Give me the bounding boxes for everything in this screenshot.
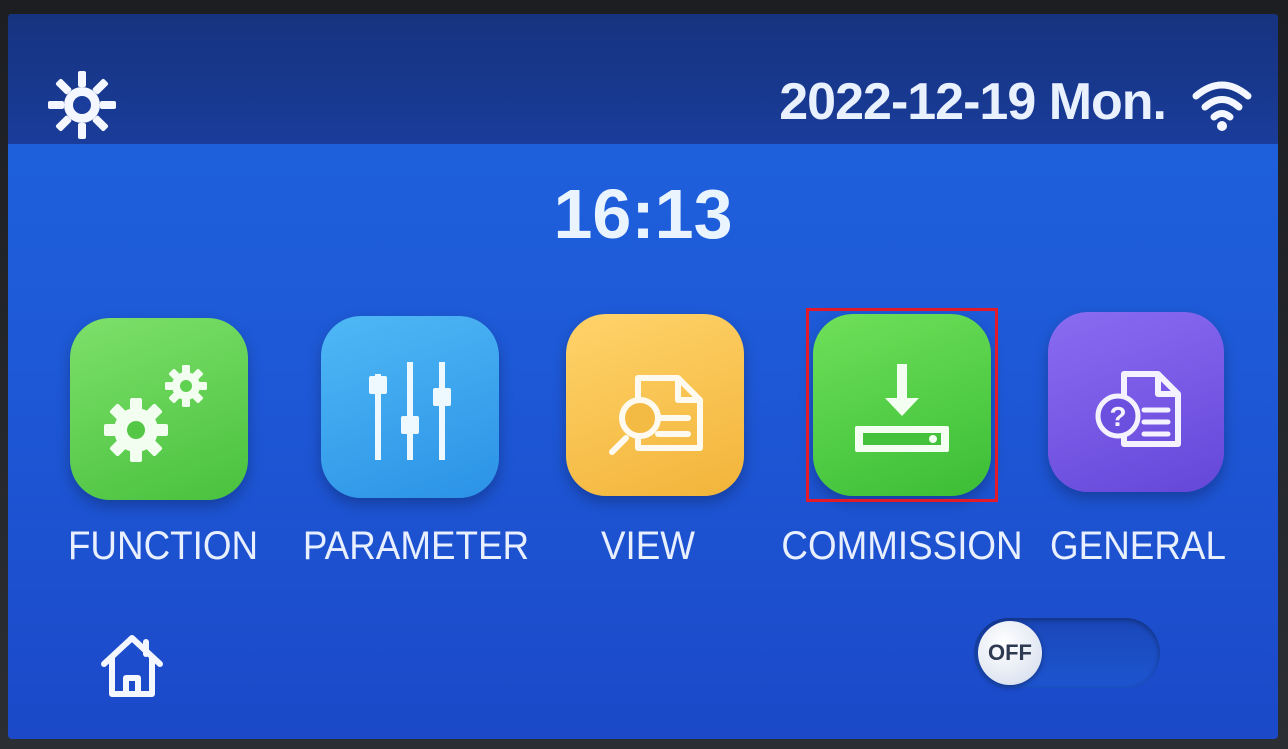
home-icon[interactable] — [96, 628, 168, 700]
function-label: FUNCTION — [67, 524, 259, 568]
download-tray-icon — [855, 364, 949, 452]
general-button[interactable]: ? — [1048, 312, 1224, 492]
function-button[interactable] — [70, 318, 248, 500]
general-label: GENERAL — [1050, 524, 1226, 568]
gears-icon — [104, 365, 207, 462]
parameter-button[interactable] — [321, 316, 499, 498]
svg-text:?: ? — [1109, 401, 1126, 432]
status-bar: 2022-12-19 Mon. — [8, 14, 1278, 144]
view-label: VIEW — [600, 524, 696, 568]
toggle-knob: OFF — [978, 621, 1042, 685]
parameter-label: PARAMETER — [302, 524, 530, 568]
view-button[interactable] — [566, 314, 744, 496]
sun-gear-icon[interactable] — [46, 69, 118, 141]
power-toggle[interactable]: OFF — [974, 618, 1160, 688]
touch-screen: 2022-12-19 Mon. 16:13 ? FUNCTION PARAMET… — [8, 14, 1278, 739]
document-search-icon — [609, 375, 703, 455]
date-display: 2022-12-19 Mon. — [779, 73, 1167, 131]
sliders-icon — [369, 362, 451, 460]
commission-label: COMMISSION — [781, 524, 1023, 568]
wifi-icon — [1190, 76, 1254, 132]
commission-button[interactable] — [813, 314, 991, 496]
clock-display: 16:13 — [553, 175, 733, 253]
help-document-icon: ? — [1095, 371, 1181, 447]
